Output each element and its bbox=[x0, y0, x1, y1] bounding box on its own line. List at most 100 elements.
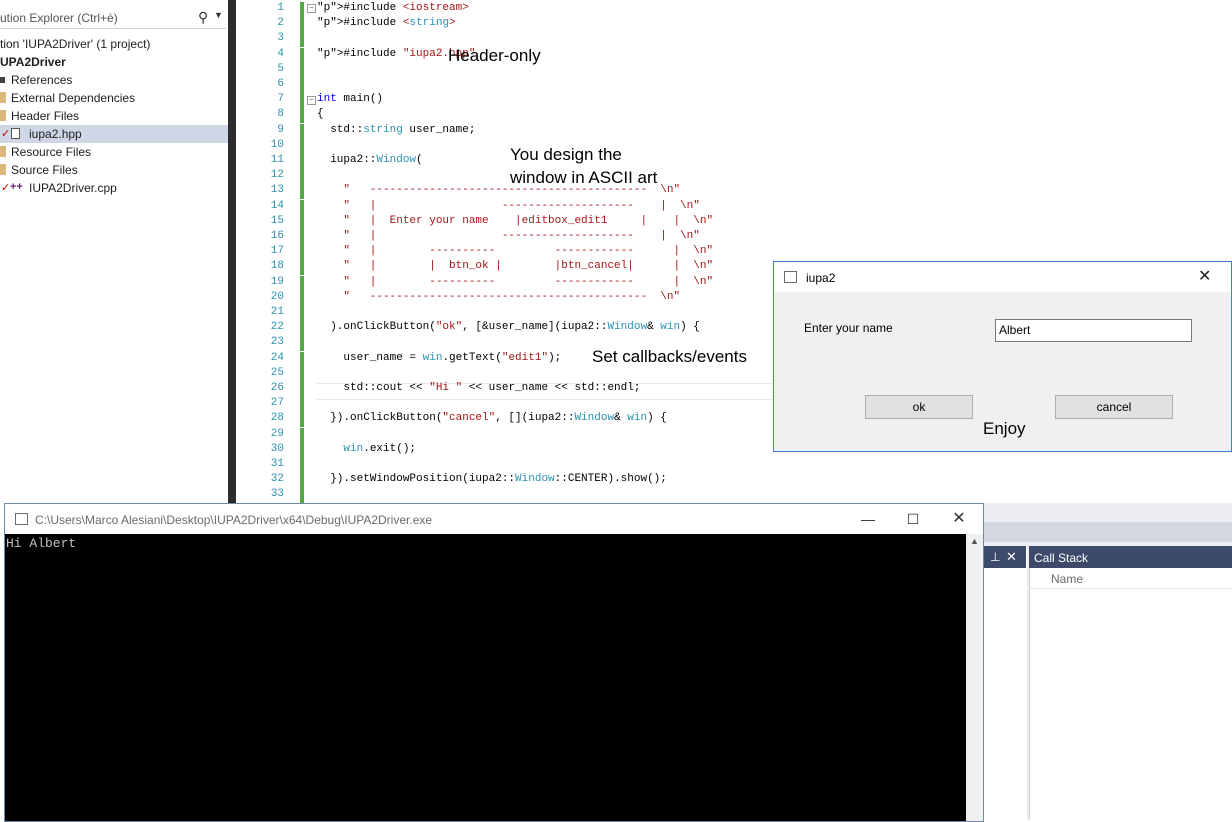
call-stack-title: Call Stack bbox=[1034, 551, 1089, 565]
line-number: 14 bbox=[270, 199, 284, 212]
change-marker bbox=[300, 397, 304, 413]
checkmark-icon: ✓ bbox=[1, 182, 11, 194]
change-marker bbox=[300, 275, 304, 291]
code-line[interactable]: " | ---------- ------------ | \n" bbox=[317, 245, 713, 257]
change-marker bbox=[300, 214, 304, 230]
code-line[interactable]: ).onClickButton("ok", [&user_name](iupa2… bbox=[317, 321, 700, 333]
code-line[interactable]: int main() bbox=[317, 93, 383, 105]
console-window[interactable]: C:\Users\Marco Alesiani\Desktop\IUPA2Dri… bbox=[4, 503, 984, 822]
iupa2-dialog[interactable]: iupa2 ✕ Enter your name Albert ok cancel… bbox=[773, 261, 1232, 452]
fold-toggle-icon[interactable]: − bbox=[307, 4, 316, 13]
line-number: 7 bbox=[277, 93, 284, 106]
line-number: 33 bbox=[270, 488, 284, 501]
line-number: 18 bbox=[270, 260, 284, 273]
folder-icon bbox=[0, 146, 6, 157]
scroll-up-icon[interactable]: ▲ bbox=[970, 536, 979, 546]
change-marker bbox=[300, 306, 304, 321]
close-icon[interactable]: ✕ bbox=[944, 508, 974, 530]
tree-item-iupa2driver-cpp[interactable]: ✓ ++ IUPA2Driver.cpp bbox=[0, 179, 228, 197]
tree-item-project[interactable]: UPA2Driver bbox=[0, 53, 228, 71]
line-number: 24 bbox=[270, 351, 284, 364]
code-line[interactable]: " | | btn_ok | |btn_cancel| | \n" bbox=[317, 260, 713, 272]
change-marker bbox=[300, 123, 304, 139]
change-marker bbox=[300, 199, 304, 215]
line-number: 19 bbox=[270, 275, 284, 288]
line-number: 11 bbox=[270, 154, 284, 166]
dialog-titlebar[interactable]: iupa2 ✕ bbox=[774, 262, 1231, 292]
code-line[interactable]: " | Enter your name |editbox_edit1 | | \… bbox=[317, 215, 713, 227]
change-marker bbox=[300, 184, 304, 200]
line-number: 32 bbox=[270, 473, 284, 486]
code-line[interactable]: " | -------------------- | \n" bbox=[317, 230, 699, 242]
close-icon[interactable]: ✕ bbox=[1006, 549, 1017, 565]
pin-icon[interactable]: ⊥ bbox=[990, 550, 1000, 564]
line-number: 26 bbox=[270, 382, 284, 394]
folder-icon bbox=[0, 164, 6, 175]
tree-item-source-files[interactable]: Source Files bbox=[0, 161, 228, 179]
line-number: 1 bbox=[277, 2, 284, 14]
change-marker bbox=[300, 47, 304, 63]
change-marker bbox=[300, 230, 304, 245]
line-number: 23 bbox=[270, 336, 284, 349]
change-marker bbox=[300, 62, 304, 78]
change-marker bbox=[300, 382, 304, 397]
line-number: 5 bbox=[277, 62, 284, 75]
name-column: Name bbox=[1051, 572, 1084, 586]
change-marker bbox=[300, 154, 304, 169]
line-number: 22 bbox=[270, 321, 284, 334]
line-number: 30 bbox=[270, 442, 284, 455]
tree-item-external-dependencies[interactable]: External Dependencies bbox=[0, 89, 228, 107]
change-marker bbox=[300, 321, 304, 337]
search-placeholder: ution Explorer (Ctrl+è) bbox=[0, 11, 118, 25]
code-line[interactable]: " | ---------- ------------ | \n" bbox=[317, 276, 713, 288]
annotation-design-line1: You design the bbox=[510, 145, 622, 164]
maximize-icon[interactable]: ☐ bbox=[898, 508, 928, 530]
line-number: 6 bbox=[277, 78, 284, 90]
line-number: 28 bbox=[270, 412, 284, 425]
code-line[interactable]: { bbox=[317, 108, 324, 120]
change-marker bbox=[300, 488, 304, 504]
minimize-icon[interactable]: — bbox=[853, 508, 883, 530]
code-line[interactable]: "p">#include <string> bbox=[317, 17, 456, 29]
tree-item-header-files[interactable]: Header Files bbox=[0, 107, 228, 125]
tree-item-references[interactable]: References bbox=[0, 71, 228, 89]
code-line[interactable]: }).setWindowPosition(iupa2::Window::CENT… bbox=[317, 473, 667, 485]
search-icon[interactable]: ⚲ bbox=[198, 9, 208, 26]
annotation-header-only: Header-only bbox=[448, 46, 541, 65]
name-input[interactable]: Albert bbox=[995, 319, 1192, 342]
code-line[interactable]: std::cout << "Hi " << user_name << std::… bbox=[317, 382, 640, 394]
references-icon bbox=[0, 77, 5, 83]
cancel-button[interactable]: cancel bbox=[1055, 395, 1173, 419]
code-line[interactable]: win.exit(); bbox=[317, 443, 416, 455]
console-scrollbar[interactable]: ▲ bbox=[966, 534, 983, 821]
code-line[interactable]: iupa2::Window( bbox=[317, 154, 422, 166]
line-number: 16 bbox=[270, 230, 284, 242]
code-line[interactable]: }).onClickButton("cancel", [](iupa2::Win… bbox=[317, 412, 667, 424]
call-stack-column-header[interactable]: Name bbox=[1029, 568, 1232, 589]
console-titlebar[interactable]: C:\Users\Marco Alesiani\Desktop\IUPA2Dri… bbox=[5, 504, 983, 534]
folder-icon bbox=[0, 92, 6, 103]
line-number: 8 bbox=[277, 108, 284, 121]
code-line[interactable]: "p">#include <iostream> bbox=[317, 2, 469, 14]
tree-item-iupa2-hpp[interactable]: ✓ iupa2.hpp bbox=[0, 125, 228, 143]
tree-item-resource-files[interactable]: Resource Files bbox=[0, 143, 228, 161]
console-text: Hi Albert bbox=[6, 536, 77, 551]
tree-item-solution[interactable]: tion 'IUPA2Driver' (1 project) bbox=[0, 35, 228, 53]
change-marker bbox=[300, 138, 304, 154]
console-output[interactable]: Hi Albert bbox=[5, 534, 966, 821]
code-line[interactable]: " | -------------------- | \n" bbox=[317, 200, 699, 212]
change-marker bbox=[300, 78, 304, 93]
close-icon[interactable]: ✕ bbox=[1198, 266, 1211, 286]
solution-explorer-search[interactable]: ution Explorer (Ctrl+è) ⚲ ▼ bbox=[0, 8, 226, 29]
annotation-callbacks: Set callbacks/events bbox=[592, 347, 747, 366]
code-line[interactable]: user_name = win.getText("edit1"); bbox=[317, 352, 561, 364]
checkmark-icon: ✓ bbox=[1, 128, 11, 140]
line-number: 17 bbox=[270, 245, 284, 258]
code-line[interactable]: " --------------------------------------… bbox=[317, 291, 680, 303]
ok-button[interactable]: ok bbox=[865, 395, 973, 419]
fold-toggle-icon[interactable]: − bbox=[307, 96, 316, 105]
code-line[interactable]: std::string user_name; bbox=[317, 124, 475, 136]
change-marker bbox=[300, 169, 304, 185]
call-stack-tab[interactable]: Call Stack bbox=[1029, 546, 1232, 568]
chevron-down-icon[interactable]: ▼ bbox=[214, 10, 223, 20]
